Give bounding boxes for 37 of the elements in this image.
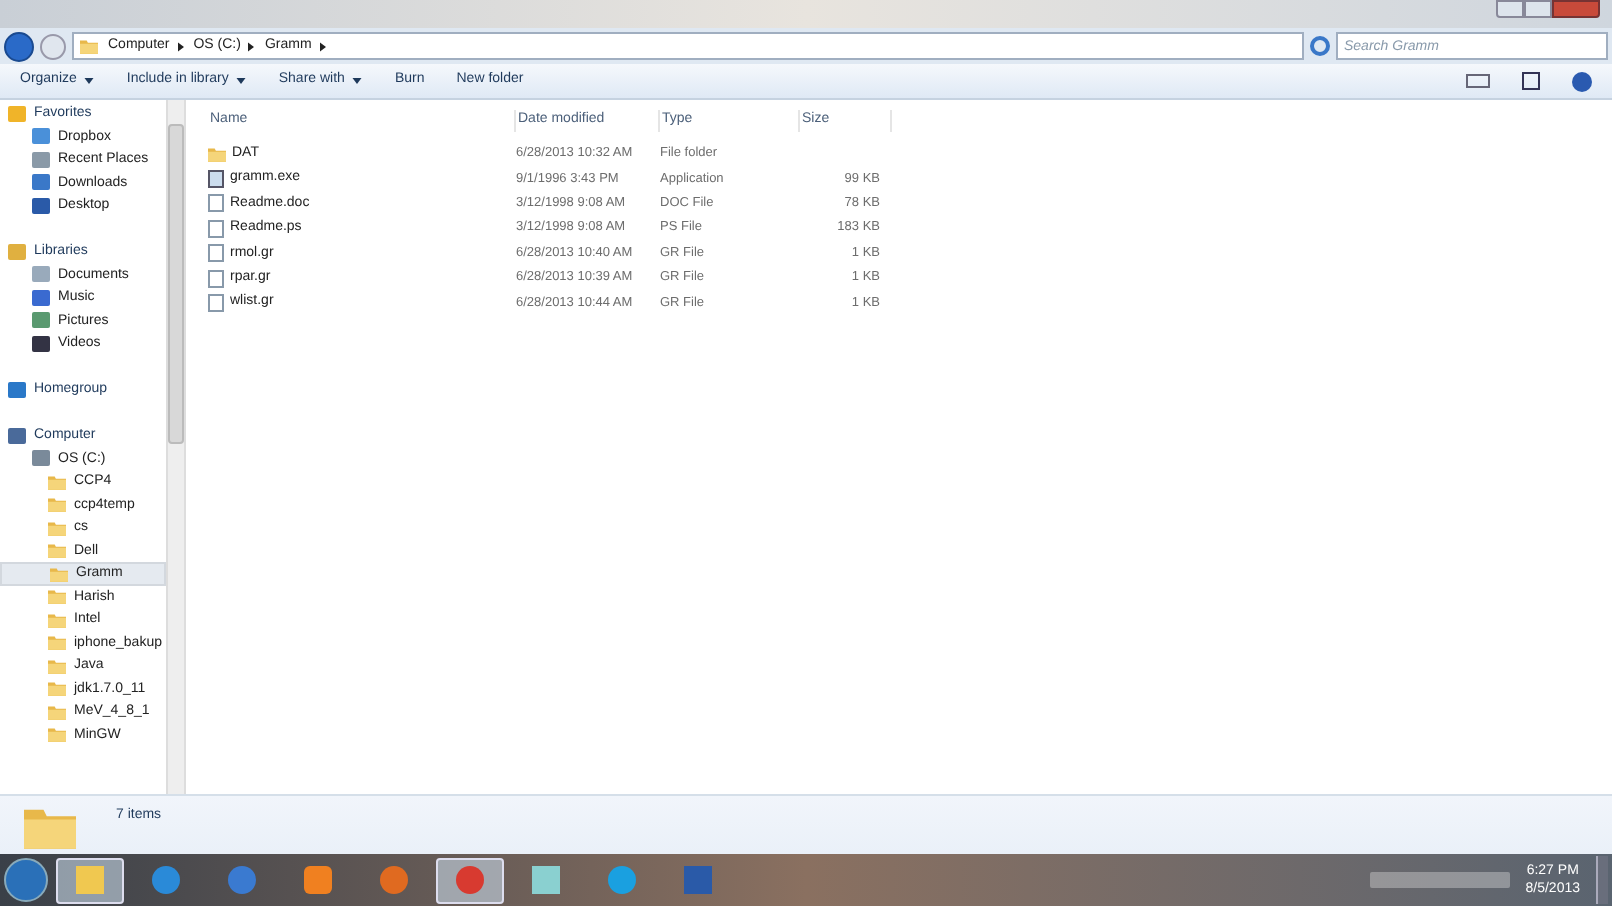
folder-icon <box>48 611 66 628</box>
back-button[interactable] <box>4 31 34 61</box>
show-desktop-button[interactable] <box>1596 856 1608 904</box>
folder-icon <box>48 680 66 697</box>
close-button[interactable] <box>1552 0 1600 18</box>
folder-icon <box>48 496 66 513</box>
start-button[interactable] <box>4 858 48 902</box>
folder-icon <box>48 519 66 536</box>
folder-icon <box>48 542 66 559</box>
chevron-right-icon[interactable] <box>248 41 255 51</box>
folder-icon <box>48 634 66 651</box>
folder-icon <box>50 565 68 582</box>
help-icon[interactable] <box>1572 71 1592 91</box>
folder-icon <box>48 473 66 490</box>
maximize-button[interactable] <box>1524 0 1552 18</box>
taskbar-button[interactable] <box>56 857 124 903</box>
taskbar-button[interactable] <box>436 857 504 903</box>
folder-icon <box>48 657 66 674</box>
scrollbar[interactable] <box>166 100 186 794</box>
application-icon <box>208 170 224 189</box>
chevron-right-icon[interactable] <box>319 41 326 51</box>
minimize-button[interactable] <box>1496 0 1524 18</box>
view-options-icon[interactable] <box>1466 74 1490 88</box>
folder-icon <box>80 38 98 54</box>
folder-icon <box>208 146 226 163</box>
caret-icon <box>84 78 95 84</box>
refresh-icon[interactable] <box>1310 36 1330 56</box>
folder-icon <box>48 703 66 720</box>
scroll-thumb[interactable] <box>168 124 184 444</box>
caret-icon <box>352 78 363 84</box>
preview-pane-icon[interactable] <box>1522 72 1540 90</box>
folder-icon <box>48 588 66 605</box>
folder-icon <box>76 866 104 894</box>
chevron-right-icon[interactable] <box>177 41 184 51</box>
forward-button[interactable] <box>40 33 66 59</box>
folder-icon <box>48 726 66 743</box>
caret-icon <box>236 78 247 84</box>
